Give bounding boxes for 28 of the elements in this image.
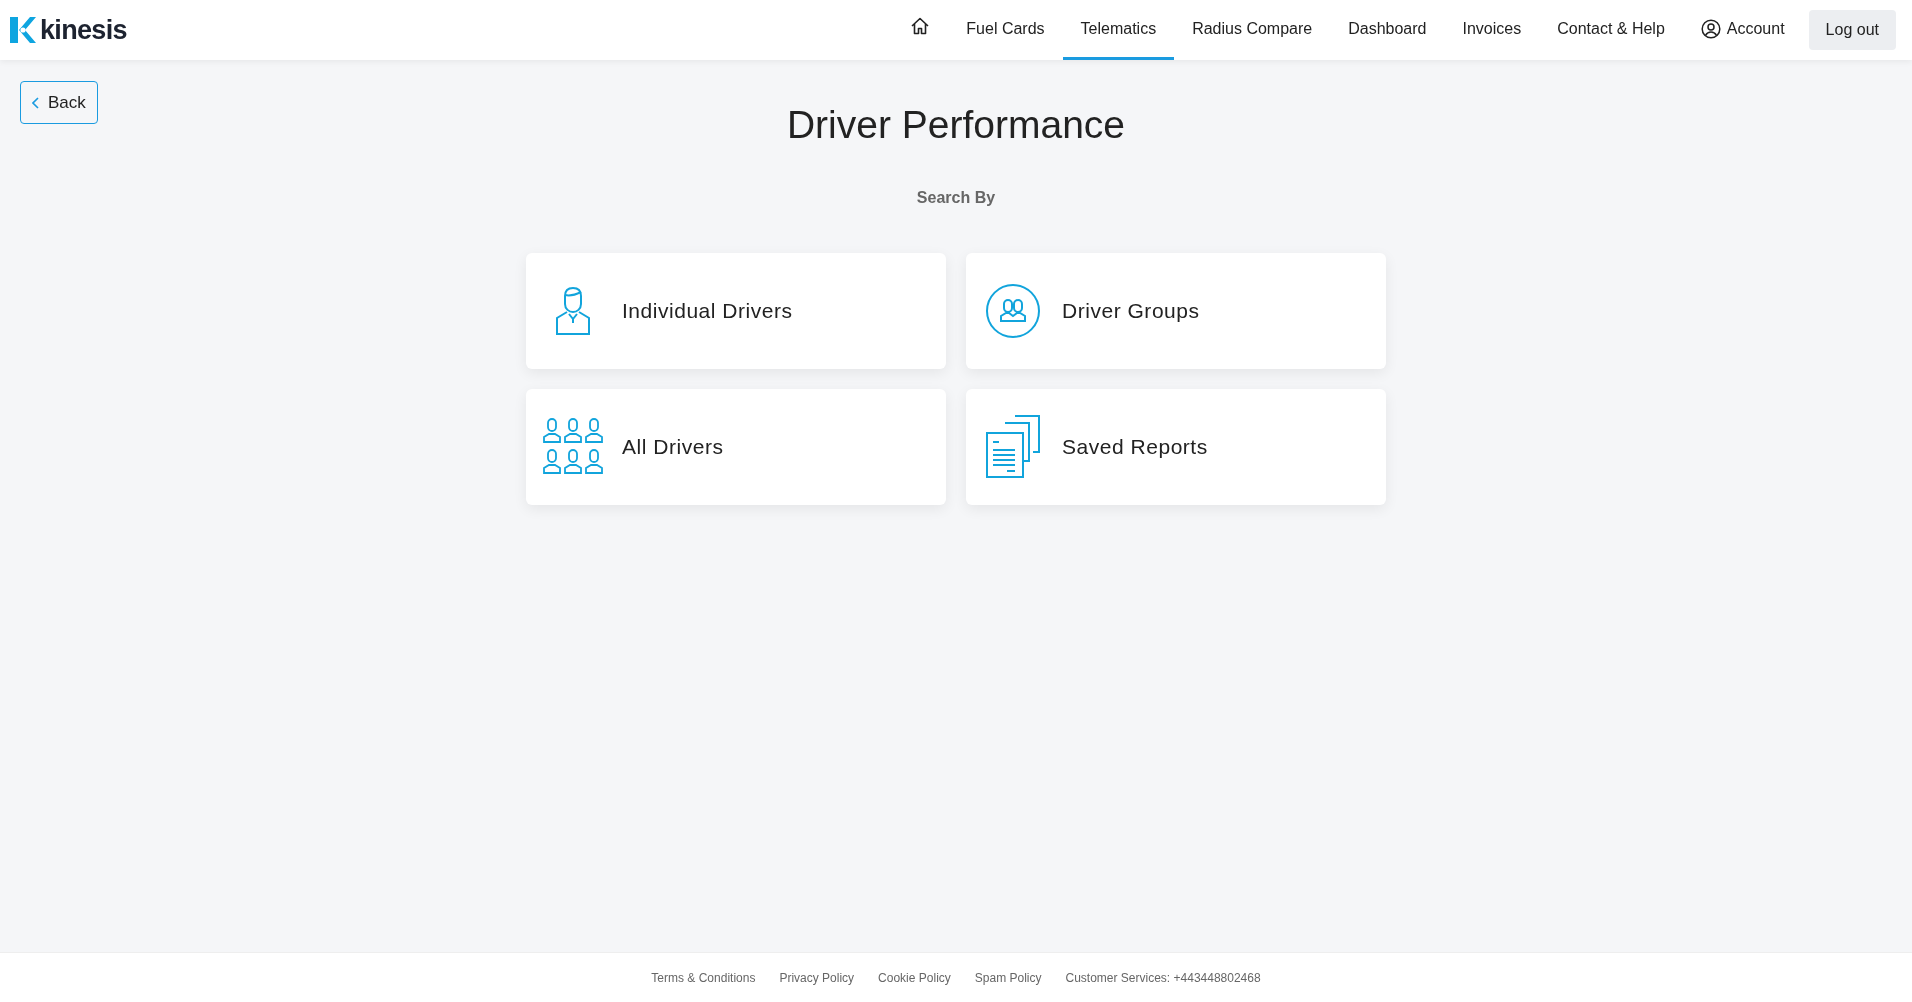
back-button[interactable]: Back: [20, 81, 98, 124]
logo-mark-icon: [10, 17, 36, 43]
section-label: Search By: [916, 188, 996, 208]
option-card[interactable]: All Drivers: [526, 389, 946, 505]
logout-button[interactable]: Log out: [1808, 10, 1896, 50]
person-icon: [555, 286, 591, 336]
footer-link[interactable]: Terms & Conditions: [651, 968, 756, 987]
home-icon: [910, 16, 931, 35]
nav-link[interactable]: Dashboard: [1330, 0, 1445, 60]
page-title: Driver Performance: [786, 105, 1126, 144]
footer-link[interactable]: Cookie Policy: [878, 968, 951, 987]
option-card[interactable]: Individual Drivers: [526, 253, 946, 369]
user-circle-icon: [1700, 18, 1721, 39]
option-card[interactable]: Saved Reports: [966, 389, 1386, 505]
group-circle-icon: [985, 283, 1041, 339]
account-link[interactable]: Account: [1682, 0, 1803, 60]
nav-link[interactable]: Contact & Help: [1539, 0, 1683, 60]
nav-link[interactable]: Fuel Cards: [948, 0, 1063, 60]
footer-link[interactable]: Privacy Policy: [779, 968, 855, 987]
contact-text: Customer Services: +443448802468: [1065, 969, 1261, 987]
nav-link[interactable]: Telematics: [1062, 0, 1175, 60]
documents-icon: [985, 415, 1041, 479]
chevron-left-icon: [32, 96, 40, 109]
logo-text: kinesis: [40, 16, 127, 44]
nav-link[interactable]: Radius Compare: [1174, 0, 1331, 60]
option-card[interactable]: Driver Groups: [966, 253, 1386, 369]
nav-link[interactable]: Invoices: [1444, 0, 1540, 60]
footer-link[interactable]: Spam Policy: [974, 968, 1042, 987]
